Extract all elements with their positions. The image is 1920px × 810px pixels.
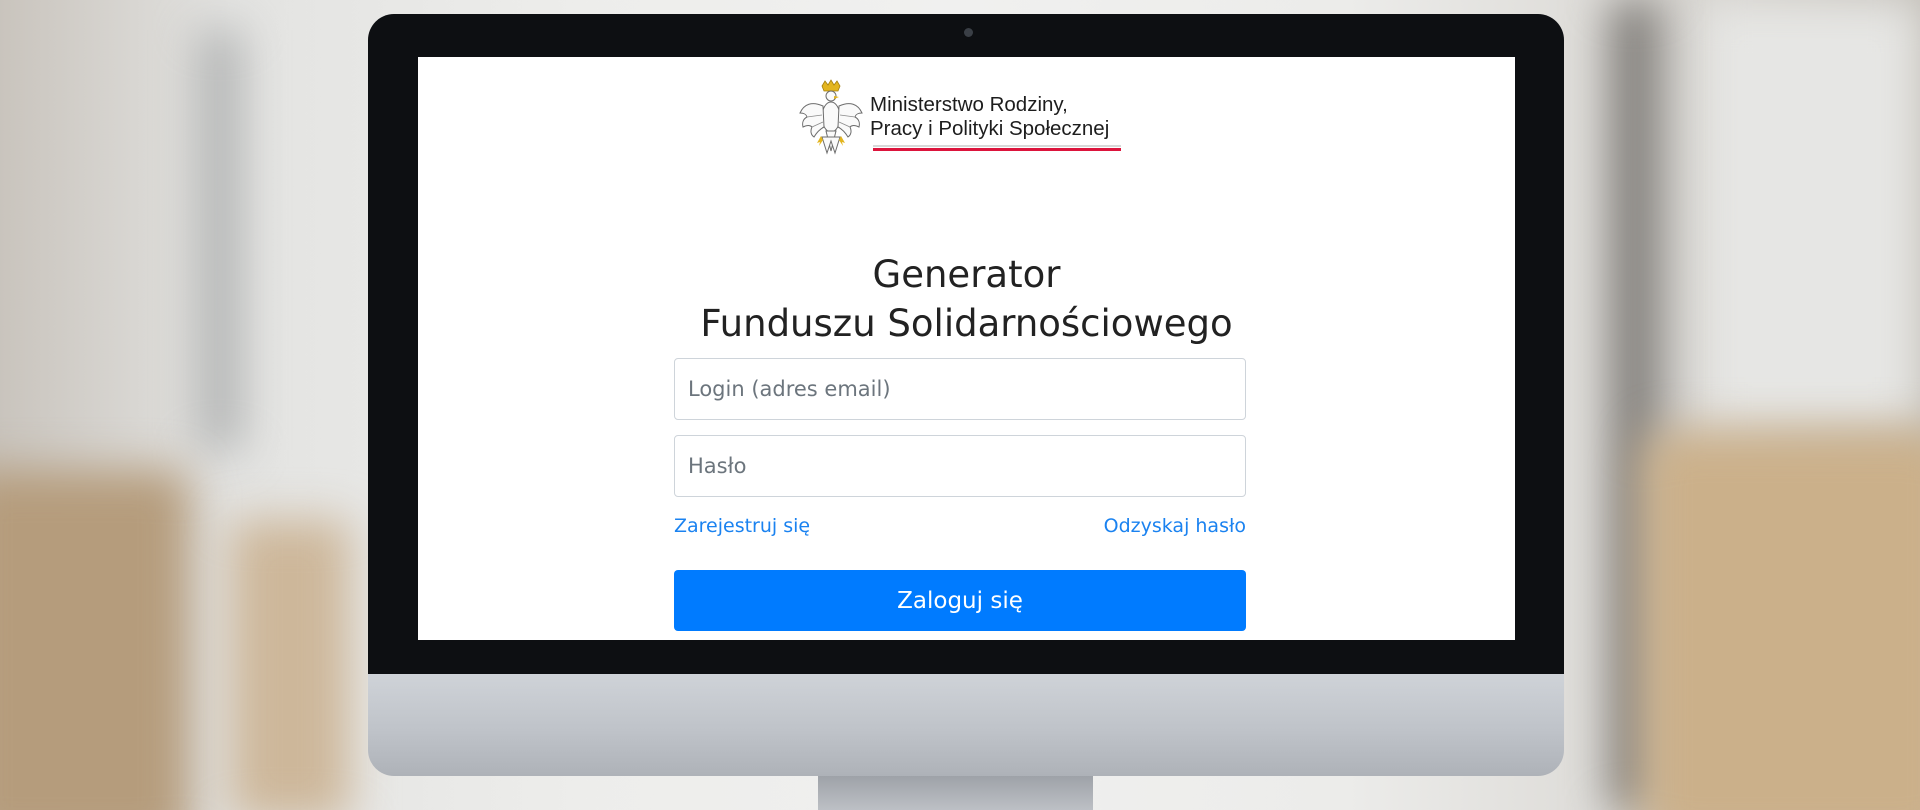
background-blur: [1640, 430, 1920, 810]
page-title-line2: Funduszu Solidarnościowego: [700, 302, 1233, 345]
flag-stripe: [873, 145, 1121, 151]
login-button[interactable]: Zaloguj się: [674, 570, 1246, 631]
register-link[interactable]: Zarejestruj się: [674, 515, 810, 537]
ministry-name-line1: Ministerstwo Rodziny,: [870, 93, 1068, 116]
background-blur: [0, 470, 190, 810]
flag-white-band: [873, 145, 1121, 147]
recover-password-link[interactable]: Odzyskaj hasło: [1104, 515, 1246, 537]
login-email-input[interactable]: [674, 358, 1246, 420]
monitor-stand: [818, 776, 1093, 810]
password-input[interactable]: [674, 435, 1246, 497]
monitor-screen: Ministerstwo Rodziny, Pracy i Polityki S…: [418, 57, 1515, 640]
flag-red-band: [873, 148, 1121, 151]
background-blur: [1700, 0, 1920, 430]
background-blur: [230, 520, 350, 810]
camera-icon: [964, 28, 973, 37]
page-title-line1: Generator: [872, 253, 1061, 296]
ministry-logo: Ministerstwo Rodziny, Pracy i Polityki S…: [798, 79, 1138, 174]
background-blur: [200, 30, 240, 450]
monitor-chin: [368, 674, 1564, 776]
ministry-name-line2: Pracy i Polityki Społecznej: [870, 117, 1110, 140]
polish-eagle-emblem-icon: [799, 79, 863, 155]
